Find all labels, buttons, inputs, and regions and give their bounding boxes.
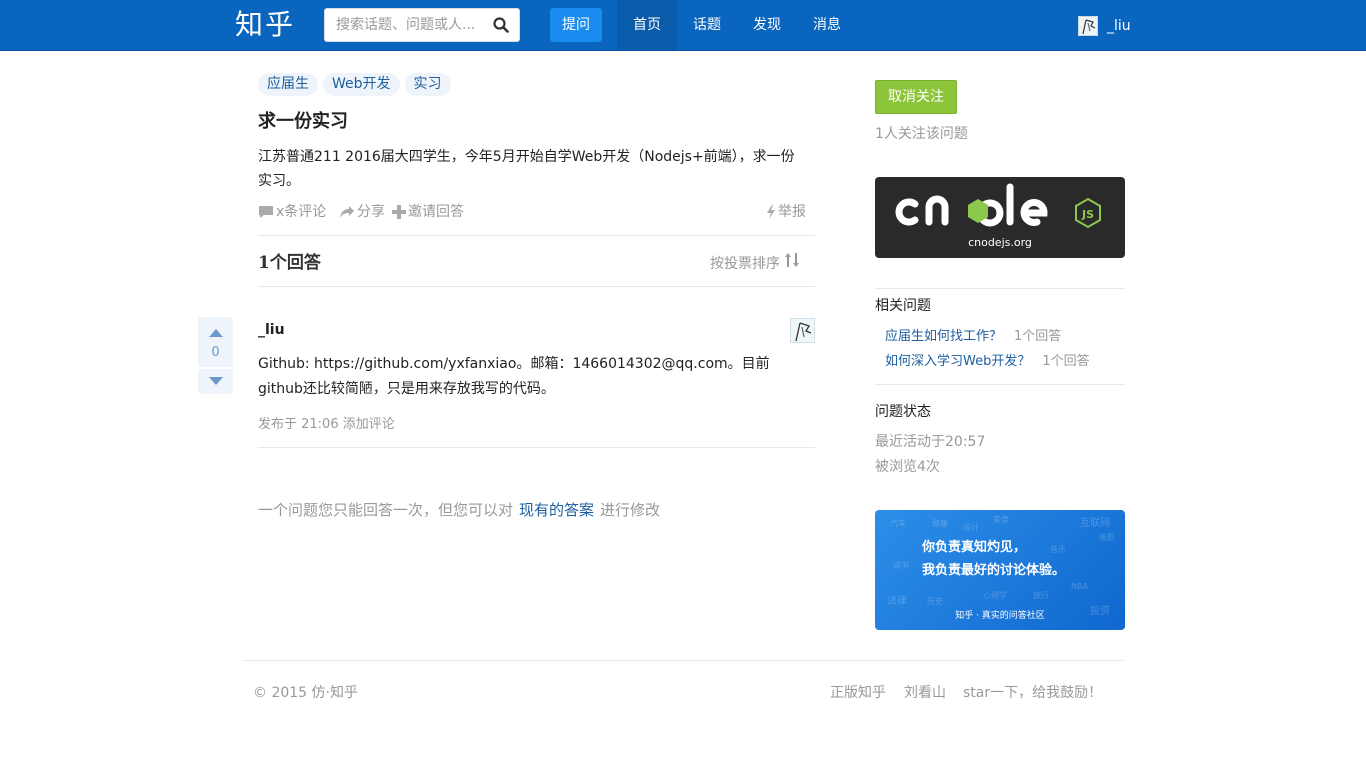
promo-bg-word: 读书: [893, 561, 909, 570]
invite-link[interactable]: 邀请回答: [392, 200, 464, 224]
avatar: [1078, 16, 1098, 36]
tag-internship[interactable]: 实习: [404, 73, 451, 96]
promo-banner[interactable]: 汽车 健康 设计 美食 互联网 电影 法律 投资 心理学 旅行 NBA 音乐 读…: [875, 510, 1125, 630]
search-input[interactable]: [325, 9, 485, 41]
promo-bg-word: NBA: [1071, 582, 1088, 591]
footer-divider: [243, 660, 1123, 661]
upvote-button[interactable]: 0: [198, 317, 233, 367]
promo-footer: 知乎 · 真实的问答社区: [955, 611, 1045, 621]
follower-count: 1人关注该问题: [875, 126, 968, 142]
related-item: 如何深入学习Web开发？ 1个回答: [885, 352, 1090, 372]
promo-bg-word: 汽车: [890, 519, 906, 528]
promo-bg-word: 音乐: [1050, 545, 1066, 554]
user-menu[interactable]: _liu: [1078, 16, 1131, 36]
cnode-js-label: JS: [1081, 208, 1094, 221]
search-box: [324, 8, 520, 42]
answer-body: Github: https://github.com/yxfanxiao。邮箱：…: [258, 356, 770, 397]
related-count: 1个回答: [1042, 354, 1090, 369]
cnode-url: cnodejs.org: [968, 236, 1032, 249]
sort-icon: [784, 252, 800, 276]
sort-toggle[interactable]: 按投票排序: [710, 252, 800, 276]
promo-bg-word: 美食: [993, 515, 1009, 524]
last-active: 最近活动于20:57: [875, 434, 986, 450]
promo-bg-word: 法律: [887, 596, 907, 607]
question-body: 江苏普通211 2016届大四学生，今年5月开始自学Web开发（Nodejs+前…: [258, 149, 795, 189]
promo-bg-word: 历史: [927, 597, 943, 606]
divider: [258, 447, 815, 448]
nav-messages[interactable]: 消息: [797, 0, 857, 50]
ask-question-button[interactable]: 提问: [550, 8, 602, 42]
add-comment-link[interactable]: 添加评论: [343, 417, 395, 432]
search-icon[interactable]: [493, 17, 509, 33]
promo-bg-word: 心理学: [983, 591, 1007, 600]
existing-answer-link[interactable]: 现有的答案: [519, 501, 594, 519]
sort-label: 按投票排序: [710, 256, 780, 272]
arrow-up-icon: [209, 329, 223, 337]
site-logo[interactable]: 知乎: [235, 6, 295, 44]
downvote-button[interactable]: [198, 369, 233, 394]
share-link[interactable]: 分享: [339, 200, 385, 224]
vote-count: 0: [211, 345, 220, 360]
answer-count: 1个回答: [258, 253, 321, 273]
status-title: 问题状态: [875, 404, 931, 420]
arrow-down-icon: [209, 377, 223, 385]
footer-link-zhihu[interactable]: 正版知乎: [830, 683, 886, 703]
report-link[interactable]: 举报: [766, 200, 806, 224]
promo-bg-word: 旅行: [1033, 591, 1049, 600]
report-label: 举报: [778, 204, 806, 220]
divider: [875, 384, 1125, 385]
top-navbar: 知乎 提问 首页 话题 发现 消息 _liu: [0, 0, 1366, 51]
related-count: 1个回答: [1014, 329, 1062, 344]
nav-discover[interactable]: 发现: [737, 0, 797, 50]
promo-line-1: 你负责真知灼见，: [922, 540, 1027, 555]
nav-topics[interactable]: 话题: [677, 0, 737, 50]
divider: [258, 235, 815, 236]
unfollow-button[interactable]: 取消关注: [875, 80, 957, 114]
view-count: 被浏览4次: [875, 459, 940, 475]
notice-prefix: 一个问题您只能回答一次，但您可以对: [258, 501, 514, 519]
cnode-logo: JS cnodejs.org: [895, 183, 1101, 249]
promo-line-2: 我负责最好的讨论体验。: [922, 563, 1066, 578]
question-title: 求一份实习: [258, 111, 348, 132]
question-actions: x条评论 分享 邀请回答 举报: [258, 200, 810, 224]
username: _liu: [1107, 18, 1131, 34]
avatar[interactable]: [790, 318, 815, 343]
invite-label: 邀请回答: [408, 204, 464, 220]
divider: [258, 286, 815, 287]
promo-bg-word: 互联网: [1080, 518, 1110, 529]
answer-author[interactable]: _liu: [258, 320, 285, 340]
related-link[interactable]: 应届生如何找工作？: [885, 329, 1002, 344]
lightning-icon: [766, 205, 778, 219]
share-label: 分享: [357, 204, 385, 220]
promo-bg-word: 健康: [932, 519, 948, 528]
related-item: 应届生如何找工作？ 1个回答: [885, 327, 1061, 347]
comments-label: x条评论: [276, 204, 327, 220]
related-title: 相关问题: [875, 298, 931, 314]
related-link[interactable]: 如何深入学习Web开发？: [885, 354, 1030, 369]
answer-timestamp: 发布于 21:06: [258, 417, 339, 432]
notice-suffix: 进行修改: [600, 501, 661, 519]
answer-notice: 一个问题您只能回答一次，但您可以对 现有的答案 进行修改: [258, 499, 660, 521]
promo-bg-word: 设计: [963, 523, 979, 532]
comments-link[interactable]: x条评论: [258, 200, 326, 224]
footer-link-liukanshan[interactable]: 刘看山: [904, 683, 946, 703]
promo-bg-word: 电影: [1099, 533, 1115, 542]
nav-home[interactable]: 首页: [617, 0, 677, 50]
comment-icon: [258, 205, 276, 219]
copyright: © 2015 仿·知乎: [253, 685, 358, 701]
tag-web-dev[interactable]: Web开发: [323, 73, 400, 96]
share-icon: [339, 205, 357, 219]
question-tags: 应届生 Web开发 实习: [258, 73, 451, 96]
answer-meta: 发布于 21:06 添加评论: [258, 415, 395, 435]
plus-icon: [392, 205, 408, 219]
cnode-banner[interactable]: JS cnodejs.org: [875, 177, 1125, 258]
vote-widget: 0: [198, 317, 233, 394]
tag-graduate[interactable]: 应届生: [258, 73, 318, 96]
footer-link-star[interactable]: star一下，给我鼓励！: [963, 683, 1102, 703]
divider: [875, 288, 1125, 289]
